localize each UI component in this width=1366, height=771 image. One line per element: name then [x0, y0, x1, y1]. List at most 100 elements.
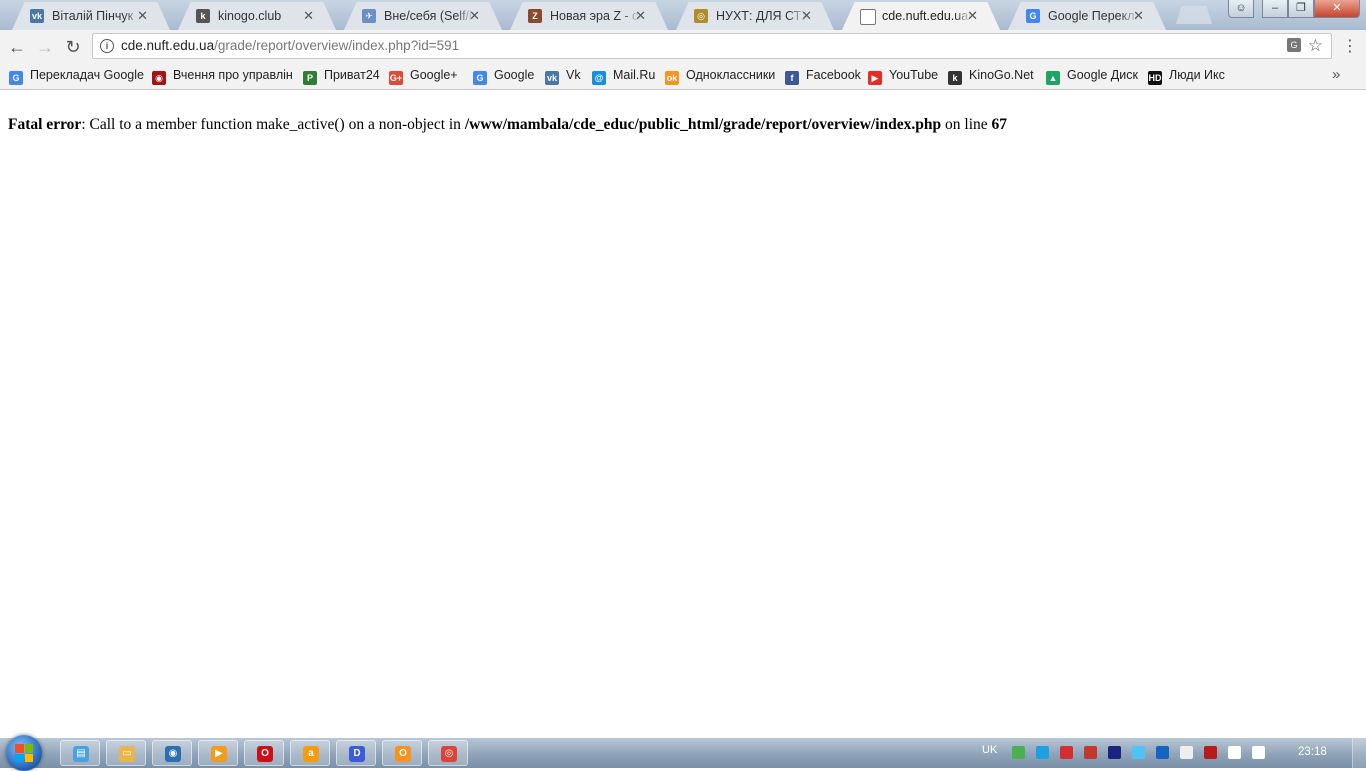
- tab-close-icon[interactable]: ✕: [967, 2, 978, 30]
- hd-icon: HD: [1148, 71, 1162, 85]
- tab-close-icon[interactable]: ✕: [303, 2, 314, 30]
- forward-arrow-icon[interactable]: →: [34, 36, 56, 58]
- vk-icon: vk: [30, 9, 44, 23]
- kinogo-icon: k: [196, 9, 210, 23]
- tab-close-icon[interactable]: ✕: [469, 2, 480, 30]
- site-info-icon[interactable]: i: [100, 39, 114, 53]
- url-path: /grade/report/overview/index.php?id=591: [214, 38, 460, 53]
- chrome-icon: ◎: [441, 746, 457, 762]
- translate-icon[interactable]: G: [1287, 38, 1301, 52]
- bookmarks-overflow-icon[interactable]: »: [1332, 63, 1340, 87]
- tab-close-icon[interactable]: ✕: [801, 2, 812, 30]
- taskbar-explorer-libraries[interactable]: ▤: [60, 740, 100, 766]
- error-line-number: 67: [991, 116, 1008, 133]
- tab-title: Новая эра Z - смотреть: [550, 9, 640, 23]
- page-content: Fatal error: Call to a member function m…: [0, 90, 1366, 738]
- url-text[interactable]: cde.nuft.edu.ua/grade/report/overview/in…: [121, 34, 459, 58]
- bookmark-6[interactable]: @ Mail.Ru: [592, 63, 655, 87]
- tab-0[interactable]: vk Віталій Пінчук ✕: [12, 2, 170, 30]
- e-icon[interactable]: [1036, 746, 1049, 759]
- bookmark-label: Люди Икс: [1169, 68, 1225, 82]
- profile-icon[interactable]: ☺: [1228, 0, 1254, 18]
- bookmark-label: Vk: [566, 68, 581, 82]
- bookmark-9[interactable]: ▶ YouTube: [868, 63, 938, 87]
- bookmark-label: YouTube: [889, 68, 939, 82]
- tab-2[interactable]: ✈ Вне/себя (Self/less) (2015)✕: [344, 2, 502, 30]
- tools-icon[interactable]: [1084, 746, 1097, 759]
- cloud-icon[interactable]: [1132, 746, 1145, 759]
- nuft-icon: ◎: [694, 9, 708, 23]
- daemon-tools-icon: D: [349, 746, 365, 762]
- tab-strip: vk Віталій Пінчук ✕ k kinogo.club ✕ ✈ Вне/себя …: [0, 0, 1366, 30]
- bookmark-1[interactable]: ◉ Вчення про управлін: [152, 63, 293, 87]
- youtube-icon: ▶: [868, 71, 882, 85]
- new-tab-button[interactable]: [1176, 6, 1212, 24]
- bookmark-11[interactable]: ▲ Google Диск: [1046, 63, 1138, 87]
- taskbar-media-center[interactable]: ◉: [152, 740, 192, 766]
- bookmark-2[interactable]: P Приват24: [303, 63, 380, 87]
- clock[interactable]: 23:18: [1298, 746, 1327, 758]
- management-icon: ◉: [152, 71, 166, 85]
- bookmark-0[interactable]: G Перекладач Google: [9, 63, 144, 87]
- show-desktop-button[interactable]: [1352, 738, 1366, 768]
- film-icon: Z: [528, 9, 542, 23]
- tab-4[interactable]: ◎ НУХТ: ДЛЯ СТУДЕНТІВ✕: [676, 2, 834, 30]
- tab-3[interactable]: Z Новая эра Z - смотреть✕: [510, 2, 668, 30]
- windows-taskbar: ▤ ▭ ◉ ▶ Oa D O ◎ UK 23:18: [0, 735, 1366, 771]
- bookmark-8[interactable]: f Facebook: [785, 63, 861, 87]
- media-center-icon: ◉: [165, 746, 181, 762]
- tab-title: cde.nuft.edu.ua/grade/report: [882, 9, 972, 23]
- network-app-icon[interactable]: [1012, 746, 1025, 759]
- minimize-button[interactable]: –: [1262, 0, 1288, 18]
- bookmark-4[interactable]: G Google: [473, 63, 534, 87]
- google-drive-icon: ▲: [1046, 71, 1060, 85]
- reload-icon[interactable]: ↻: [62, 36, 84, 58]
- mailru-icon: @: [592, 71, 606, 85]
- start-button[interactable]: [6, 735, 42, 771]
- monitor-icon[interactable]: [1108, 746, 1121, 759]
- maximize-button[interactable]: ❐: [1288, 0, 1314, 18]
- shield-icon[interactable]: [1060, 746, 1073, 759]
- kinogo-icon: k: [948, 71, 962, 85]
- google-translate-icon: G: [1026, 9, 1040, 23]
- taskbar-odnoklassniki-app[interactable]: O: [382, 740, 422, 766]
- bookmark-label: KinoGo.Net: [969, 68, 1034, 82]
- taskbar-avast[interactable]: a: [290, 740, 330, 766]
- chrome-menu-icon[interactable]: ⋮: [1342, 36, 1358, 58]
- error-file-path: /www/mambala/cde_educ/public_html/grade/…: [464, 116, 942, 133]
- bookmark-label: Одноклассники: [686, 68, 776, 82]
- tab-6[interactable]: G Google Перекладач✕: [1008, 2, 1166, 30]
- window-close-button[interactable]: ✕: [1314, 0, 1360, 18]
- bookmark-7[interactable]: ok Одноклассники: [665, 63, 775, 87]
- google-translate-icon: G: [9, 71, 23, 85]
- signal-icon[interactable]: [1228, 746, 1241, 759]
- tab-title: kinogo.club: [218, 9, 282, 23]
- plane-icon: ✈: [362, 9, 376, 23]
- tab-1[interactable]: k kinogo.club ✕: [178, 2, 336, 30]
- bookmark-star-icon[interactable]: ☆: [1308, 35, 1323, 57]
- taskbar-file-explorer[interactable]: ▭: [106, 740, 146, 766]
- bookmark-10[interactable]: k KinoGo.Net: [948, 63, 1034, 87]
- bluetooth-icon[interactable]: [1156, 746, 1169, 759]
- taskbar-daemon-tools[interactable]: D: [336, 740, 376, 766]
- flag-icon[interactable]: [1180, 746, 1193, 759]
- volume-icon[interactable]: [1252, 746, 1265, 759]
- language-indicator[interactable]: UK: [982, 744, 997, 756]
- address-bar[interactable]: i cde.nuft.edu.ua/grade/report/overview/…: [92, 33, 1332, 59]
- tab-close-icon[interactable]: ✕: [137, 2, 148, 30]
- back-arrow-icon[interactable]: ←: [6, 36, 28, 58]
- error-message: : Call to a member function make_active(…: [81, 116, 465, 133]
- taskbar-opera[interactable]: O: [244, 740, 284, 766]
- tab-5[interactable]: cde.nuft.edu.ua/grade/report✕: [842, 2, 1000, 30]
- tab-close-icon[interactable]: ✕: [1133, 2, 1144, 30]
- bookmark-3[interactable]: G+ Google+: [389, 63, 458, 87]
- taskbar-chrome[interactable]: ◎: [428, 740, 468, 766]
- privat24-icon: P: [303, 71, 317, 85]
- safely-remove-icon[interactable]: [1204, 746, 1217, 759]
- tab-close-icon[interactable]: ✕: [635, 2, 646, 30]
- bookmark-label: Google Диск: [1067, 68, 1138, 82]
- bookmark-label: Приват24: [324, 68, 380, 82]
- bookmark-12[interactable]: HD Люди Икс: [1148, 63, 1225, 87]
- bookmark-5[interactable]: vk Vk: [545, 63, 581, 87]
- taskbar-media-player[interactable]: ▶: [198, 740, 238, 766]
